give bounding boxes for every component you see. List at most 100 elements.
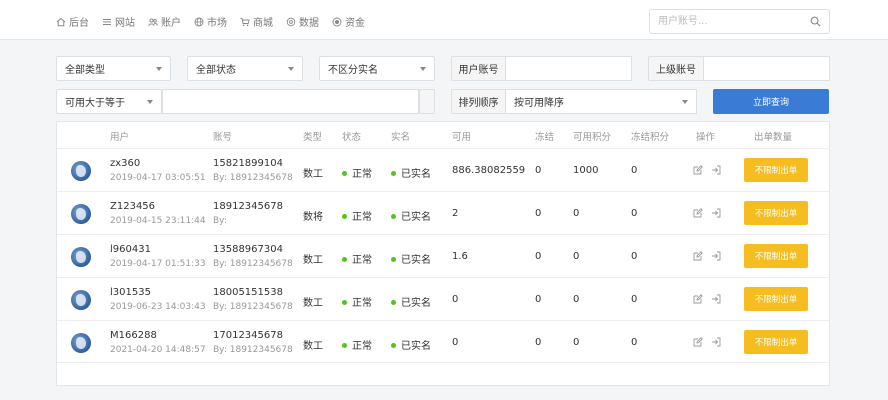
globe-icon: [194, 17, 204, 26]
realname-dot: [391, 256, 396, 262]
top-search-input[interactable]: [650, 10, 800, 33]
edit-icon[interactable]: [693, 337, 703, 347]
th-out-count: 出单数量: [754, 132, 793, 143]
edit-icon[interactable]: [693, 251, 703, 261]
login-icon[interactable]: [711, 165, 721, 175]
th-points: 可用积分: [573, 132, 612, 143]
account-by: By:: [213, 216, 227, 226]
status-dot: [342, 213, 347, 219]
points-value: 0: [573, 251, 580, 262]
nav-item-backend[interactable]: 后台: [56, 14, 89, 29]
status-text: 正常: [352, 169, 372, 180]
chevron-down-icon: [156, 67, 162, 71]
amount-select[interactable]: 可用大于等于: [56, 89, 162, 114]
status-cell: 正常: [342, 251, 372, 266]
user-account-label: 用户账号: [451, 56, 506, 81]
nav-label: 市场: [207, 18, 227, 29]
sort-select-value: 按可用降序: [514, 98, 564, 109]
points-value: 0: [573, 294, 580, 305]
edit-icon[interactable]: [693, 294, 703, 304]
points-value: 0: [573, 337, 580, 348]
avatar: [71, 161, 91, 181]
nav-label: 网站: [115, 18, 135, 29]
row-actions: [693, 294, 721, 304]
realname-text: 已实名: [401, 255, 431, 266]
chevron-down-icon: [288, 67, 294, 71]
status-dot: [342, 342, 347, 348]
nav-item-website[interactable]: 网站: [102, 14, 135, 29]
user-type: 数工: [303, 298, 323, 309]
account-phone: 18005151538: [213, 287, 283, 298]
realname-select[interactable]: 不区分实名: [319, 56, 435, 81]
login-icon[interactable]: [711, 208, 721, 218]
top-search-box: [649, 9, 830, 34]
status-text: 正常: [352, 341, 372, 352]
avatar: [71, 204, 91, 224]
th-account: 账号: [213, 132, 233, 143]
edit-icon[interactable]: [693, 165, 703, 175]
status-cell: 正常: [342, 165, 372, 180]
status-text: 正常: [352, 212, 372, 223]
account-by: By: 18912345678: [213, 259, 293, 269]
user-name: zx360: [110, 158, 141, 169]
realname-dot: [391, 170, 396, 176]
points-value: 0: [573, 208, 580, 219]
th-status: 状态: [342, 132, 362, 143]
account-by: By: 18912345678: [213, 302, 293, 312]
home-icon: [56, 17, 66, 26]
unlimited-order-button[interactable]: 不限制出单: [744, 287, 808, 311]
login-icon[interactable]: [711, 337, 721, 347]
frozen-points-value: 0: [631, 251, 638, 262]
search-icon[interactable]: [810, 16, 821, 27]
sort-select[interactable]: 按可用降序: [506, 89, 697, 114]
avatar: [71, 290, 91, 310]
th-ops: 操作: [696, 132, 716, 143]
user-type: 数将: [303, 212, 323, 223]
realname-select-value: 不区分实名: [328, 65, 378, 76]
amount-addon: [419, 89, 435, 114]
unlimited-order-button[interactable]: 不限制出单: [744, 201, 808, 225]
chevron-down-icon: [147, 100, 153, 104]
available-value: 886.38082559: [452, 165, 526, 176]
row-actions: [693, 251, 721, 261]
th-user: 用户: [110, 132, 130, 143]
table-row: l960431 2019-04-17 01:51:33 13588967304 …: [57, 234, 829, 277]
available-value: 0: [452, 294, 459, 305]
amount-field: [162, 89, 419, 114]
status-select[interactable]: 全部状态: [187, 56, 303, 81]
unlimited-order-button[interactable]: 不限制出单: [744, 244, 808, 268]
status-cell: 正常: [342, 294, 372, 309]
login-icon[interactable]: [711, 251, 721, 261]
account-by: By: 18912345678: [213, 173, 293, 183]
unlimited-order-button[interactable]: 不限制出单: [744, 158, 808, 182]
amount-input[interactable]: [163, 90, 418, 113]
nav-item-funds[interactable]: 资金: [332, 14, 365, 29]
user-account-input[interactable]: [506, 57, 631, 80]
nav-item-market[interactable]: 市场: [194, 14, 227, 29]
nav-item-mall[interactable]: 商城: [240, 14, 273, 29]
frozen-value: 0: [535, 165, 542, 176]
parent-account-input[interactable]: [704, 57, 829, 80]
th-type: 类型: [303, 132, 323, 143]
login-icon[interactable]: [711, 294, 721, 304]
user-name: Z123456: [110, 201, 156, 212]
realname-dot: [391, 299, 396, 305]
status-dot: [342, 299, 347, 305]
th-realname: 实名: [391, 132, 411, 143]
nav-item-data[interactable]: 数据: [286, 14, 319, 29]
account-phone: 17012345678: [213, 330, 283, 341]
user-date: 2019-04-17 01:51:33: [110, 259, 206, 269]
unlimited-order-button[interactable]: 不限制出单: [744, 330, 808, 354]
frozen-points-value: 0: [631, 337, 638, 348]
realname-cell: 已实名: [391, 337, 431, 352]
realname-text: 已实名: [401, 212, 431, 223]
row-actions: [693, 165, 721, 175]
nav-item-account[interactable]: 账户: [148, 14, 181, 29]
edit-icon[interactable]: [693, 208, 703, 218]
amount-select-value: 可用大于等于: [65, 98, 125, 109]
frozen-value: 0: [535, 251, 542, 262]
status-cell: 正常: [342, 337, 372, 352]
type-select[interactable]: 全部类型: [56, 56, 171, 81]
user-type: 数工: [303, 341, 323, 352]
query-button[interactable]: 立即查询: [713, 89, 829, 114]
